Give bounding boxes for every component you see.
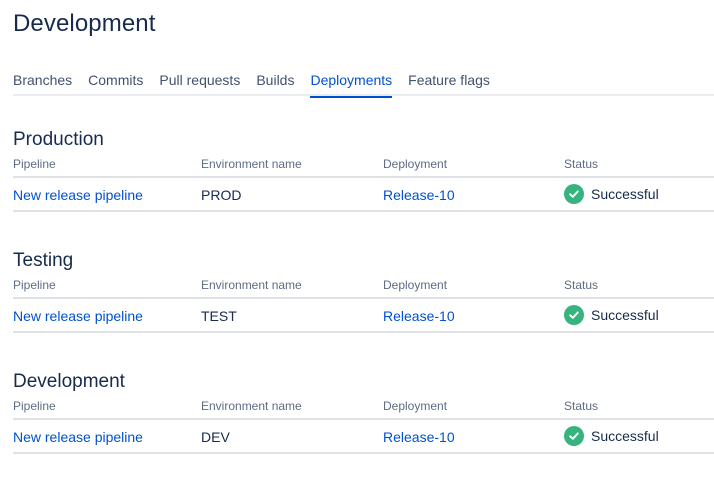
tab-pull-requests[interactable]: Pull requests [159, 72, 240, 96]
status-cell: Successful [564, 305, 659, 325]
header-divider [13, 297, 714, 299]
column-header-status: Status [564, 157, 599, 171]
status-label: Successful [591, 428, 659, 444]
tab-builds[interactable]: Builds [256, 72, 294, 96]
column-header-status: Status [564, 399, 599, 413]
tab-bar: Branches Commits Pull requests Builds De… [13, 72, 714, 98]
header-divider [13, 176, 714, 178]
deployment-section-testing: Testing Pipeline Environment name Deploy… [13, 249, 714, 339]
section-title: Testing [13, 250, 74, 271]
row-divider [13, 331, 714, 333]
column-header-pipeline: Pipeline [13, 157, 56, 171]
deployment-section-development: Development Pipeline Environment name De… [13, 370, 714, 460]
deployment-link[interactable]: Release-10 [383, 186, 455, 204]
pipeline-link[interactable]: New release pipeline [13, 186, 143, 204]
row-divider [13, 210, 714, 212]
status-label: Successful [591, 307, 659, 323]
status-cell: Successful [564, 184, 659, 204]
pipeline-link[interactable]: New release pipeline [13, 307, 143, 325]
deployment-section-production: Production Pipeline Environment name Dep… [13, 128, 714, 218]
column-header-environment: Environment name [201, 399, 302, 413]
section-title: Production [13, 129, 104, 150]
status-label: Successful [591, 186, 659, 202]
environment-name: PROD [201, 187, 242, 203]
column-header-status: Status [564, 278, 599, 292]
status-cell: Successful [564, 426, 659, 446]
environment-name: DEV [201, 429, 230, 445]
tab-feature-flags[interactable]: Feature flags [408, 72, 490, 96]
tab-branches[interactable]: Branches [13, 72, 72, 96]
check-circle-icon [564, 305, 584, 325]
pipeline-link[interactable]: New release pipeline [13, 428, 143, 446]
column-header-deployment: Deployment [383, 278, 448, 292]
check-circle-icon [564, 426, 584, 446]
column-header-pipeline: Pipeline [13, 278, 56, 292]
row-divider [13, 452, 714, 454]
column-header-deployment: Deployment [383, 399, 448, 413]
column-header-deployment: Deployment [383, 157, 448, 171]
column-header-environment: Environment name [201, 157, 302, 171]
tab-deployments[interactable]: Deployments [310, 72, 392, 98]
column-header-pipeline: Pipeline [13, 399, 56, 413]
section-title: Development [13, 371, 125, 392]
page-title: Development [13, 10, 156, 37]
environment-name: TEST [201, 308, 237, 324]
deployment-link[interactable]: Release-10 [383, 307, 455, 325]
check-circle-icon [564, 184, 584, 204]
header-divider [13, 418, 714, 420]
deployment-link[interactable]: Release-10 [383, 428, 455, 446]
tab-commits[interactable]: Commits [88, 72, 143, 96]
column-header-environment: Environment name [201, 278, 302, 292]
